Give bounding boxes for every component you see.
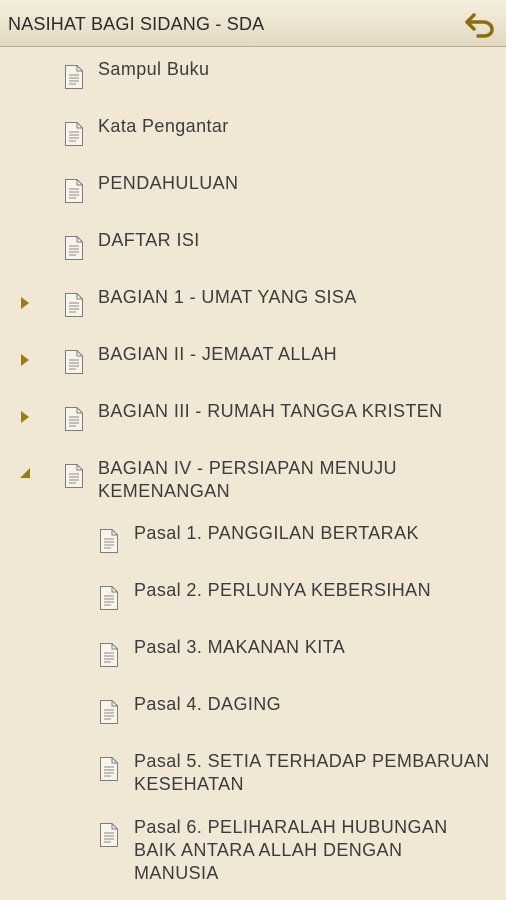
toc-item-label: Sampul Buku bbox=[98, 59, 210, 79]
toc-subitem-label: Pasal 6. PELIHARALAH HUBUNGAN BAIK ANTAR… bbox=[134, 817, 448, 883]
toc-subitem-label: Pasal 4. DAGING bbox=[134, 694, 282, 714]
toc-item[interactable]: BAGIAN II - JEMAAT ALLAH bbox=[0, 339, 506, 387]
toc-item[interactable]: Sampul Buku bbox=[0, 54, 506, 102]
toc-subitem[interactable]: Pasal 2. PERLUNYA KEBERSIHAN bbox=[0, 575, 506, 623]
document-icon bbox=[100, 700, 118, 724]
toc-subitem-label: Pasal 3. MAKANAN KITA bbox=[134, 637, 346, 657]
document-icon bbox=[65, 179, 83, 203]
title-bar: NASIHAT BAGI SIDANG - SDA bbox=[0, 0, 506, 47]
toc-item-label: PENDAHULUAN bbox=[98, 173, 239, 193]
document-icon bbox=[100, 823, 118, 847]
app-title: NASIHAT BAGI SIDANG - SDA bbox=[8, 14, 265, 34]
toc-item-label: Kata Pengantar bbox=[98, 116, 229, 136]
toc-item-label: BAGIAN III - RUMAH TANGGA KRISTEN bbox=[98, 401, 443, 421]
document-icon bbox=[65, 122, 83, 146]
document-icon bbox=[100, 643, 118, 667]
toc-subitem[interactable]: Pasal 5. SETIA TERHADAP PEMBARUAN KESEHA… bbox=[0, 746, 506, 804]
document-icon bbox=[65, 236, 83, 260]
document-icon bbox=[65, 407, 83, 431]
toc-item-expanded[interactable]: BAGIAN IV - PERSIAPAN MENUJU KEMENANGAN bbox=[0, 453, 506, 510]
triangle-right-icon[interactable] bbox=[18, 296, 32, 310]
toc-subitem[interactable]: Pasal 4. DAGING bbox=[0, 689, 506, 737]
document-icon bbox=[65, 293, 83, 317]
toc-subitem[interactable]: Pasal 1. PANGGILAN BERTARAK bbox=[0, 518, 506, 566]
toc-item-label: BAGIAN II - JEMAAT ALLAH bbox=[98, 344, 338, 364]
toc-item[interactable]: DAFTAR ISI bbox=[0, 225, 506, 273]
toc-item[interactable]: Kata Pengantar bbox=[0, 111, 506, 159]
document-icon bbox=[65, 350, 83, 374]
document-icon bbox=[100, 757, 118, 781]
document-icon bbox=[65, 65, 83, 89]
toc-item[interactable]: PENDAHULUAN bbox=[0, 168, 506, 216]
document-icon bbox=[100, 586, 118, 610]
toc-subitem-label: Pasal 5. SETIA TERHADAP PEMBARUAN KESEHA… bbox=[134, 751, 490, 794]
toc-subitem-label: Pasal 2. PERLUNYA KEBERSIHAN bbox=[134, 580, 431, 600]
undo-arrow-icon bbox=[465, 13, 494, 38]
toc-subitem[interactable]: Pasal 6. PELIHARALAH HUBUNGAN BAIK ANTAR… bbox=[0, 812, 506, 892]
triangle-right-icon[interactable] bbox=[18, 353, 32, 367]
triangle-right-icon[interactable] bbox=[18, 410, 32, 424]
toc-subitem[interactable]: Pasal 3. MAKANAN KITA bbox=[0, 632, 506, 680]
toc-item-label: BAGIAN IV - PERSIAPAN MENUJU KEMENANGAN bbox=[98, 458, 397, 501]
document-icon bbox=[100, 529, 118, 553]
toc-item-label: BAGIAN 1 - UMAT YANG SISA bbox=[98, 287, 357, 307]
toc-subitem-label: Pasal 1. PANGGILAN BERTARAK bbox=[134, 523, 419, 543]
toc-item-label: DAFTAR ISI bbox=[98, 230, 200, 250]
back-button[interactable] bbox=[462, 6, 498, 42]
triangle-down-icon[interactable] bbox=[18, 466, 32, 480]
toc-item[interactable]: BAGIAN 1 - UMAT YANG SISA bbox=[0, 282, 506, 330]
document-icon bbox=[65, 464, 83, 488]
toc-item[interactable]: BAGIAN III - RUMAH TANGGA KRISTEN bbox=[0, 396, 506, 444]
